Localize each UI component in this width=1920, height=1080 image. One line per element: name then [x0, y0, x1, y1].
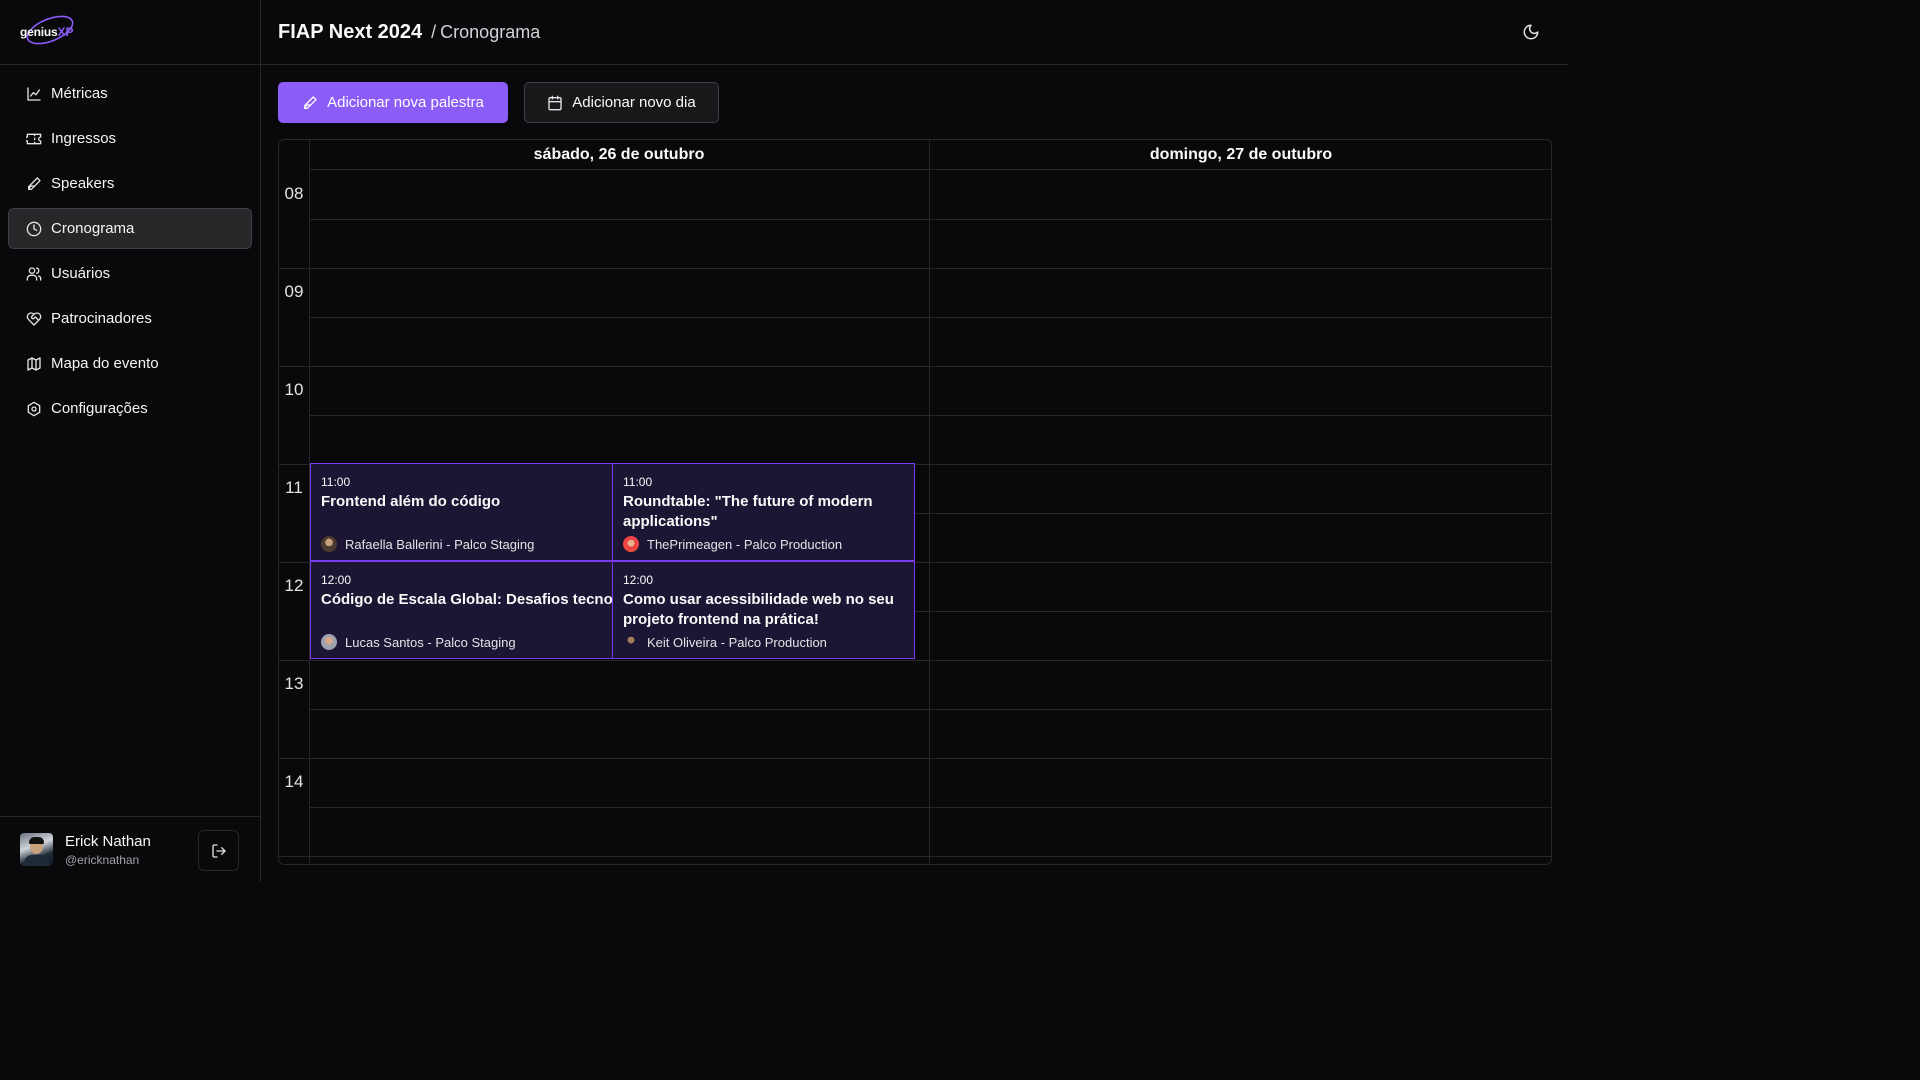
event-time: 12:00 — [623, 573, 654, 587]
hour-label: 08 — [284, 184, 304, 203]
user-handle: @ericknathan — [65, 852, 140, 867]
add-talk-label: Adicionar nova palestra — [327, 94, 484, 111]
ticket-icon — [26, 131, 42, 147]
sidebar-item-label: Speakers — [51, 175, 115, 192]
event-title: Como usar acessibilidade web no seu proj… — [623, 591, 894, 628]
hour-label: 13 — [284, 674, 304, 693]
event-card[interactable]: 11:00 Frontend além do código Rafaella B… — [310, 463, 613, 561]
speaker-avatar — [623, 536, 639, 552]
day-header-saturday: sábado, 26 de outubro — [309, 140, 929, 170]
add-day-label: Adicionar novo dia — [572, 94, 696, 111]
add-talk-button[interactable]: Adicionar nova palestra — [278, 82, 508, 123]
event-speaker-stage: Lucas Santos - Palco Staging — [345, 634, 516, 650]
day-column-divider — [929, 140, 930, 864]
settings-icon — [26, 401, 42, 417]
grid-line — [309, 317, 1551, 318]
users-icon — [26, 266, 42, 282]
sidebar-item-label: Patrocinadores — [51, 310, 152, 327]
logout-button[interactable] — [198, 830, 239, 871]
grid-line — [279, 660, 1551, 661]
sidebar-item-metricas[interactable]: Métricas — [8, 73, 252, 114]
sidebar-item-configuracoes[interactable]: Configurações — [8, 388, 252, 429]
sidebar-item-label: Mapa do evento — [51, 355, 159, 372]
sidebar-item-usuarios[interactable]: Usuários — [8, 253, 252, 294]
event-time: 12:00 — [321, 573, 352, 587]
sidebar: genius XP Métricas Ingressos Speakers Cr… — [0, 0, 261, 882]
grid-line — [309, 219, 1551, 220]
heart-handshake-icon — [26, 311, 42, 327]
brand-header: genius XP — [0, 0, 260, 65]
chart-line-icon — [26, 86, 42, 102]
event-title: Frontend além do código — [321, 493, 501, 510]
grid-line — [279, 856, 1551, 857]
genius-xp-logo[interactable]: genius XP — [20, 15, 74, 49]
clock-icon — [26, 221, 42, 237]
event-card[interactable]: 12:00 Como usar acessibilidade web no se… — [612, 561, 915, 659]
event-time: 11:00 — [321, 475, 351, 489]
event-card[interactable]: 12:00 Código de Escala Global: Desafios … — [310, 561, 613, 659]
avatar — [20, 833, 53, 866]
logo-word-genius: genius — [20, 25, 58, 39]
theme-toggle-button[interactable] — [1522, 23, 1540, 41]
hour-label: 14 — [284, 772, 304, 791]
add-day-button[interactable]: Adicionar novo dia — [524, 82, 719, 123]
map-icon — [26, 356, 42, 372]
pen-icon — [304, 95, 317, 109]
sidebar-item-mapa[interactable]: Mapa do evento — [8, 343, 252, 384]
logo-word-xp: XP — [57, 25, 74, 39]
event-speaker-stage: Keit Oliveira - Palco Production — [647, 634, 827, 650]
hour-label: 11 — [285, 478, 303, 497]
event-title: Roundtable: "The future of modern applic… — [623, 493, 873, 530]
grid-line — [279, 366, 1551, 367]
user-name: Erick Nathan — [65, 832, 151, 850]
event-time: 11:00 — [623, 475, 653, 489]
sidebar-item-speakers[interactable]: Speakers — [8, 163, 252, 204]
grid-line — [279, 268, 1551, 269]
sidebar-item-patrocinadores[interactable]: Patrocinadores — [8, 298, 252, 339]
moon-icon — [1523, 24, 1539, 40]
pen-icon — [26, 176, 42, 192]
page-header: FIAP Next 2024 / Cronograma — [261, 0, 1568, 65]
event-speaker-stage: ThePrimeagen - Palco Production — [647, 536, 843, 552]
hour-label: 10 — [284, 380, 304, 399]
schedule-calendar: sábado, 26 de outubro domingo, 27 de out… — [278, 139, 1552, 865]
grid-line — [309, 709, 1551, 710]
user-profile: Erick Nathan @ericknathan — [0, 816, 260, 882]
sidebar-item-ingressos[interactable]: Ingressos — [8, 118, 252, 159]
grid-line — [309, 415, 1551, 416]
sidebar-item-label: Métricas — [51, 85, 108, 102]
hour-label: 09 — [284, 282, 304, 301]
hour-label: 12 — [284, 576, 304, 595]
speaker-avatar — [321, 634, 337, 650]
sidebar-item-cronograma[interactable]: Cronograma — [8, 208, 252, 249]
page-title: FIAP Next 2024 — [278, 20, 423, 43]
event-speaker-stage: Rafaella Ballerini - Palco Staging — [345, 536, 535, 552]
grid-line — [309, 807, 1551, 808]
sidebar-nav: Métricas Ingressos Speakers Cronograma U… — [0, 65, 260, 429]
sidebar-item-label: Configurações — [51, 400, 148, 417]
event-card[interactable]: 11:00 Roundtable: "The future of modern … — [612, 463, 915, 561]
event-title: Código de Escala Global: Desafios tecno — [321, 591, 613, 608]
speaker-avatar — [623, 634, 639, 650]
sidebar-item-label: Usuários — [51, 265, 111, 282]
calendar-icon — [548, 95, 562, 110]
grid-line — [279, 758, 1551, 759]
logout-icon — [211, 843, 226, 858]
sidebar-item-label: Ingressos — [51, 130, 117, 147]
speaker-avatar — [321, 536, 337, 552]
breadcrumb-current: Cronograma — [440, 21, 541, 42]
day-header-sunday: domingo, 27 de outubro — [930, 140, 1551, 170]
sidebar-item-label: Cronograma — [51, 220, 135, 237]
breadcrumb-separator: / — [431, 21, 437, 42]
